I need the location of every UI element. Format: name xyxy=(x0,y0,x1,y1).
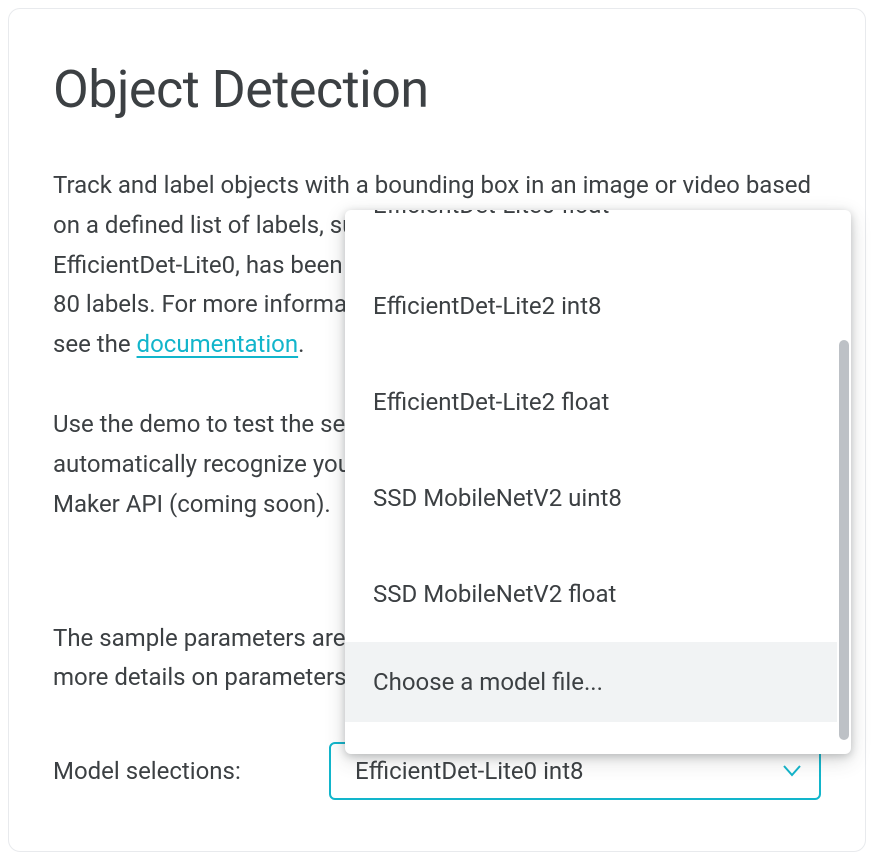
model-select-value: EfficientDet-Lite0 int8 xyxy=(355,757,584,785)
chevron-down-icon xyxy=(783,765,801,777)
model-option[interactable]: EfficientDet-Lite2 int8 xyxy=(345,258,837,354)
model-dropdown-list: EfficientDet-Lite0 float EfficientDet-Li… xyxy=(345,210,837,754)
model-option-choose-file[interactable]: Choose a model file... xyxy=(345,642,837,722)
model-option[interactable]: SSD MobileNetV2 uint8 xyxy=(345,450,837,546)
model-dropdown-panel: EfficientDet-Lite0 float EfficientDet-Li… xyxy=(345,210,851,754)
model-option[interactable]: EfficientDet-Lite2 float xyxy=(345,354,837,450)
page-title: Object Detection xyxy=(53,59,821,120)
documentation-link-1[interactable]: documentation xyxy=(137,330,299,358)
dropdown-scrollbar[interactable] xyxy=(837,210,851,754)
model-option[interactable]: SSD MobileNetV2 float xyxy=(345,546,837,642)
model-selections-label: Model selections: xyxy=(53,757,329,785)
model-option[interactable]: EfficientDet-Lite0 float xyxy=(345,210,837,258)
scroll-thumb[interactable] xyxy=(839,340,849,740)
